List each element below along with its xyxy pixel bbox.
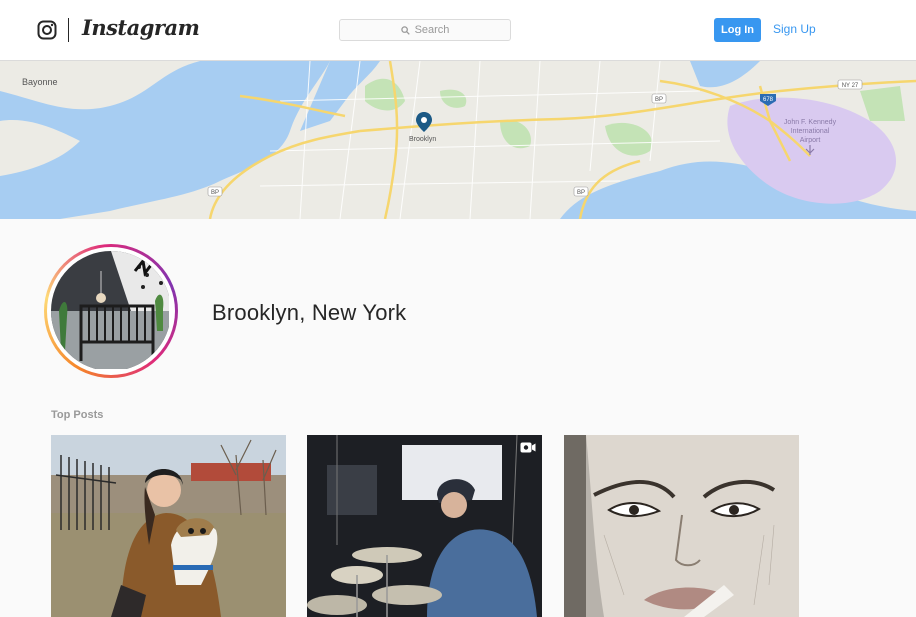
map-label-bp2: BP [655, 97, 663, 103]
signup-link[interactable]: Sign Up [773, 22, 816, 36]
search-icon [400, 25, 410, 35]
location-avatar[interactable] [44, 244, 178, 378]
instagram-wordmark[interactable]: Instagram [82, 15, 200, 40]
location-title: Brooklyn, New York [212, 300, 407, 325]
post-tile[interactable] [564, 435, 799, 617]
map-label-bayonne: Bayonne [22, 77, 58, 87]
map-label-airport-1: John F. Kennedy [784, 119, 837, 126]
search-input[interactable]: Search [339, 19, 511, 41]
map-label-i678: 678 [763, 97, 774, 103]
map-label-airport-3: Airport [800, 137, 821, 144]
map-label-airport-2: International [791, 128, 830, 135]
map-label-bp3: BP [577, 190, 585, 196]
map-label-ny27: NY 27 [842, 83, 859, 89]
post-tile[interactable] [307, 435, 542, 617]
header-bar: Instagram Search Log In Sign Up [0, 0, 916, 61]
top-posts-label: Top Posts [51, 409, 104, 421]
location-map[interactable]: BP BP BP 678 NY 27 Bayonne Brooklyn John… [0, 61, 916, 219]
search-placeholder: Search [414, 24, 450, 36]
video-icon [520, 442, 536, 453]
map-label-bp1: BP [211, 190, 219, 196]
post-tile[interactable] [51, 435, 286, 617]
login-button[interactable]: Log In [714, 18, 761, 42]
instagram-camera-icon[interactable] [37, 20, 57, 40]
map-label-brooklyn: Brooklyn [409, 136, 436, 143]
avatar-image [51, 251, 171, 371]
logo-divider [68, 18, 69, 42]
